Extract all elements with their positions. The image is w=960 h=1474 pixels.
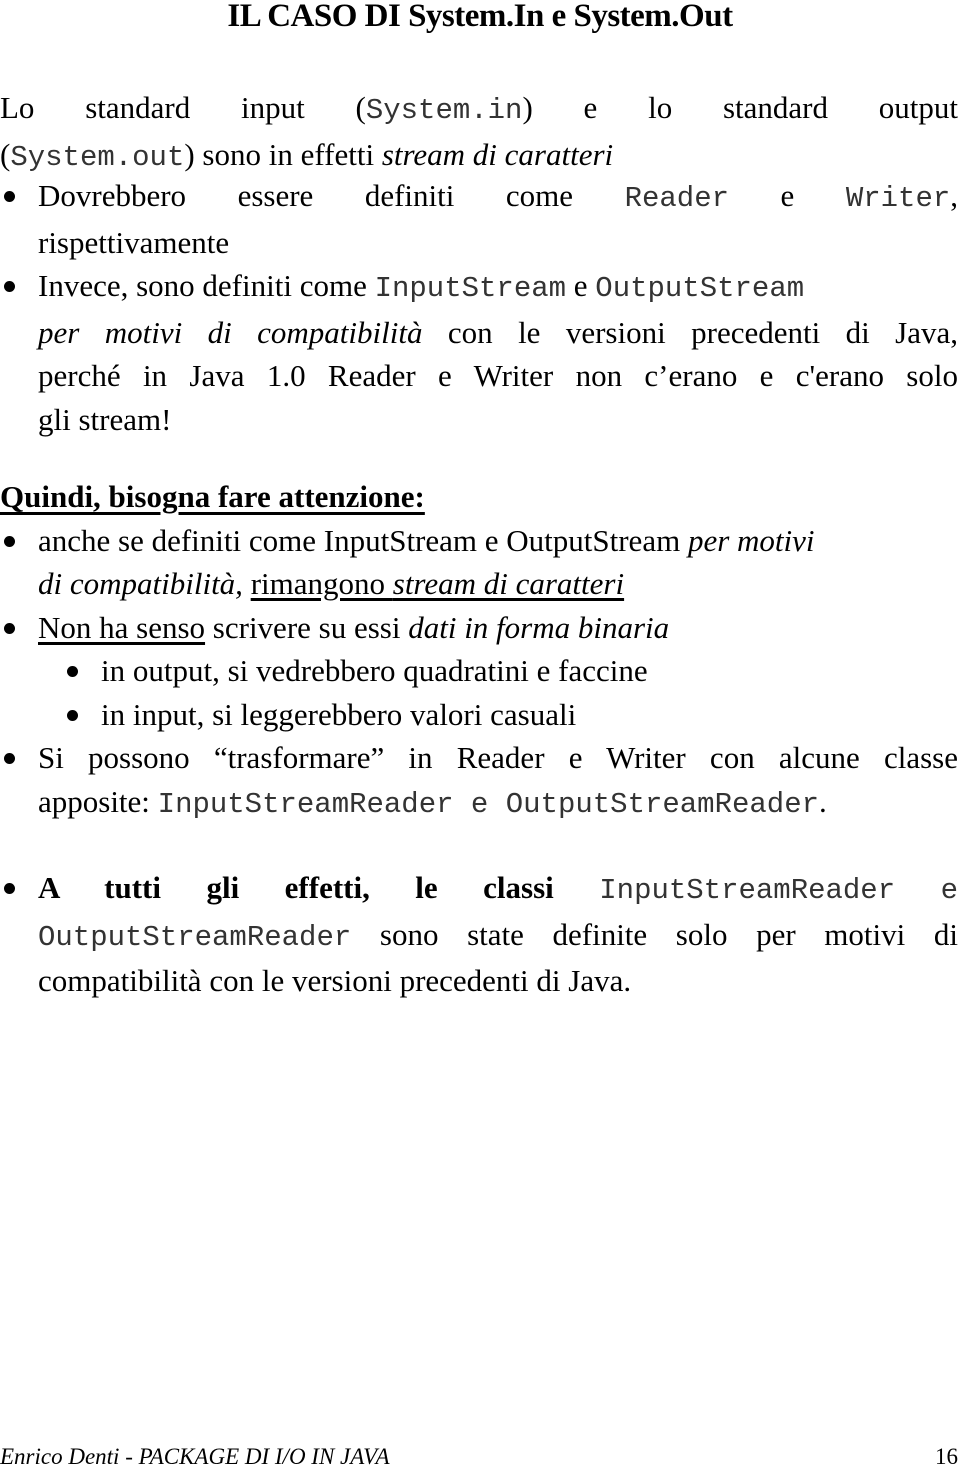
intro-text: ) sono in effetti: [184, 136, 382, 172]
code-outputstreamreader: OutputStreamReader: [505, 787, 820, 821]
item-text: apposite:: [38, 783, 158, 819]
bullet-icon: [67, 666, 78, 677]
item-text: Invece, sono definiti come: [38, 268, 375, 303]
page-title: IL CASO DI System.In e System.Out: [227, 0, 733, 34]
bullet-icon: [67, 709, 78, 721]
item-line: gli stream!: [38, 401, 172, 437]
item-line: Dovrebbero essere definiti come Reader e…: [38, 174, 958, 221]
item-text: sono state definite solo per motivi di: [351, 916, 958, 952]
section-heading: Quindi, bisogna fare attenzione:: [0, 479, 425, 514]
bullet-icon: [4, 191, 15, 202]
item-italic: per motivi: [687, 522, 815, 558]
item-bold: A tutti gli effetti, le classi: [38, 870, 554, 905]
code-system-in: System.in: [365, 94, 523, 127]
sub-item-text: in input, si leggerebbero valori casuali: [101, 696, 577, 732]
code-writer: Writer: [845, 182, 951, 215]
list-item: Invece, sono definiti come InputStream e…: [0, 264, 958, 441]
item-line: Non ha senso scrivere su essi dati in fo…: [38, 606, 958, 650]
sub-list-item: in output, si vedrebbero quadratini e fa…: [0, 649, 958, 693]
item-underlined: rimangono: [250, 566, 393, 601]
bullet-icon: [4, 753, 15, 764]
item-line: anche se definiti come InputStream e Out…: [38, 519, 958, 563]
item-line: rispettivamente: [38, 224, 230, 260]
item-underlined-italic: stream di caratteri: [392, 566, 625, 601]
bullet-icon: [4, 535, 15, 547]
item-line: di compatibilità, rimangono stream di ca…: [38, 562, 958, 606]
item-line: A tutti gli effetti, le classi InputStre…: [38, 866, 958, 913]
bullet-icon: [4, 281, 15, 292]
list-item: Dovrebbero essere definiti come Reader e…: [0, 174, 958, 264]
code-reader: Reader: [624, 182, 729, 215]
page-number: 16: [935, 1444, 958, 1469]
intro-text: (: [0, 136, 11, 172]
item-text: Dovrebbero essere definiti come: [38, 178, 625, 213]
item-text: e: [453, 787, 506, 821]
bullet-icon: [4, 883, 15, 894]
bullet-icon: [4, 622, 15, 634]
item-text: con le versioni precedenti di Java,: [422, 314, 958, 350]
intro-text: ) e lo standard output: [522, 90, 958, 125]
intro-paragraph: Lo standard input (System.in) e lo stand…: [0, 86, 958, 179]
final-bullet: A tutti gli effetti, le classi InputStre…: [0, 866, 958, 1003]
item-text: e: [729, 178, 846, 213]
list-item: Si possono “trasformare” in Reader e Wri…: [0, 736, 958, 826]
item-line: Si possono “trasformare” in Reader e Wri…: [38, 740, 958, 775]
code-system-out: System.out: [10, 140, 185, 174]
item-underlined: Non ha senso: [38, 609, 206, 645]
item-line: perché in Java 1.0 Reader e Writer non c…: [38, 358, 958, 393]
item-line: per motivi di compatibilità con le versi…: [38, 311, 958, 355]
sub-item-text: in output, si vedrebbero quadratini e fa…: [101, 653, 648, 688]
sub-list-item: in input, si leggerebbero valori casuali: [0, 693, 958, 737]
item-line: Invece, sono definiti come InputStream e…: [38, 264, 958, 311]
item-text: .: [819, 783, 827, 819]
code-inputstreamreader: InputStreamReader: [599, 874, 896, 907]
item-text: [243, 566, 251, 601]
item-text: e: [940, 874, 959, 907]
item-italic: di compatibilità,: [38, 566, 243, 601]
item-line: apposite: InputStreamReader e OutputStre…: [38, 780, 958, 827]
intro-text: Lo standard input (: [0, 90, 366, 125]
list-item: anche se definiti come InputStream e Out…: [0, 519, 958, 606]
item-text: e: [566, 268, 596, 303]
item-line: compatibilità con le versioni precedenti…: [38, 963, 632, 998]
code-inputstream: InputStream: [374, 272, 567, 305]
intro-line-2: (System.out) sono in effetti stream di c…: [0, 133, 958, 180]
list-item: Non ha senso scrivere su essi dati in fo…: [0, 606, 958, 650]
intro-line-1: Lo standard input (System.in) e lo stand…: [0, 86, 958, 133]
intro-italic: stream di caratteri: [381, 136, 614, 172]
footer-author: Enrico Denti - PACKAGE DI I/O IN JAVA: [0, 1444, 390, 1469]
bullet-list-1: Dovrebbero essere definiti come Reader e…: [0, 174, 958, 441]
item-italic: dati in forma binaria: [408, 609, 670, 645]
code-outputstream: OutputStream: [595, 272, 805, 305]
item-line: OutputStreamReader sono state definite s…: [38, 913, 958, 960]
code-outputstreamreader: OutputStreamReader: [38, 920, 352, 954]
item-italic: per motivi di compatibilità: [38, 314, 423, 350]
code-inputstreamreader: InputStreamReader: [157, 787, 454, 821]
item-text: anche se definiti come InputStream e Out…: [38, 522, 688, 558]
list-item: A tutti gli effetti, le classi InputStre…: [0, 866, 958, 1003]
item-text: scrivere su essi: [205, 609, 409, 645]
attention-section: Quindi, bisogna fare attenzione: anche s…: [0, 475, 958, 826]
item-text: ,: [950, 178, 958, 213]
